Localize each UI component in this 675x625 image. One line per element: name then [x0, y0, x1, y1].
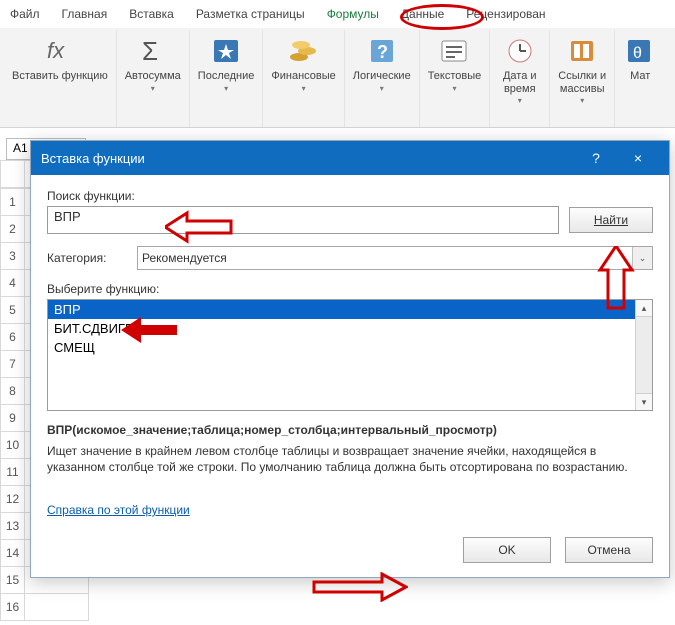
ribbon-autosum[interactable]: Σ Автосумма ▾ — [117, 30, 190, 127]
dialog-titlebar[interactable]: Вставка функции ? × — [31, 141, 669, 175]
row-header[interactable]: 10 — [1, 432, 25, 459]
close-button[interactable]: × — [617, 150, 659, 166]
dialog-title: Вставка функции — [41, 151, 575, 166]
ribbon-math-label: Мат — [630, 70, 650, 83]
row-header[interactable]: 2 — [1, 216, 25, 243]
text-icon — [437, 34, 471, 68]
star-icon — [209, 34, 243, 68]
ribbon-text-label: Текстовые — [428, 70, 482, 82]
scrollbar[interactable]: ▴ ▾ — [635, 300, 652, 410]
row-header[interactable]: 14 — [1, 540, 25, 567]
svg-text:?: ? — [377, 42, 388, 62]
help-button[interactable]: ? — [575, 150, 617, 166]
ok-button[interactable]: OK — [463, 537, 551, 563]
tab-file[interactable]: Файл — [8, 3, 42, 25]
scroll-up-button[interactable]: ▴ — [636, 300, 652, 317]
ribbon-tabs: Файл Главная Вставка Разметка страницы Ф… — [0, 0, 675, 28]
ribbon-autosum-label: Автосумма — [125, 70, 181, 82]
ribbon-insert-function[interactable]: fx Вставить функцию — [4, 30, 117, 127]
select-function-label: Выберите функцию: — [47, 282, 653, 296]
tab-review[interactable]: Рецензирован — [464, 3, 547, 25]
ribbon-logical-label: Логические — [353, 70, 411, 82]
row-header[interactable]: 9 — [1, 405, 25, 432]
row-header[interactable]: 16 — [1, 594, 25, 621]
category-select-value: Рекомендуется — [142, 251, 227, 265]
search-label: Поиск функции: — [47, 189, 653, 203]
chevron-down-icon: ▾ — [198, 84, 255, 93]
row-header[interactable]: 15 — [1, 567, 25, 594]
cancel-button[interactable]: Отмена — [565, 537, 653, 563]
ribbon-datetime-label2: время — [504, 83, 536, 95]
svg-text:fx: fx — [47, 38, 65, 63]
lookup-icon — [565, 34, 599, 68]
find-button-label: Найти — [594, 213, 628, 227]
ribbon-lookup-label2: массивы — [560, 83, 605, 95]
ribbon-logical[interactable]: ? Логические ▾ — [345, 30, 420, 127]
ribbon-insert-function-label: Вставить функцию — [12, 70, 108, 83]
ribbon-datetime-label1: Дата и — [503, 70, 537, 82]
select-all-corner[interactable] — [1, 161, 25, 188]
function-list[interactable]: ВПР БИТ.СДВИГП СМЕЩ ▴ ▾ — [47, 299, 653, 411]
ribbon-recent[interactable]: Последние ▾ — [190, 30, 264, 127]
row-header[interactable]: 11 — [1, 459, 25, 486]
tab-formulas[interactable]: Формулы — [325, 3, 381, 25]
chevron-down-icon: ▾ — [125, 84, 181, 93]
chevron-down-icon: ▾ — [271, 84, 335, 93]
theta-icon: θ — [623, 34, 657, 68]
clock-icon — [503, 34, 537, 68]
coins-icon — [287, 34, 321, 68]
row-header[interactable]: 4 — [1, 270, 25, 297]
row-header[interactable]: 5 — [1, 297, 25, 324]
insert-function-dialog: Вставка функции ? × Поиск функции: ВПР Н… — [30, 140, 670, 578]
function-list-item[interactable]: БИТ.СДВИГП — [48, 319, 652, 338]
row-header[interactable]: 3 — [1, 243, 25, 270]
scroll-down-button[interactable]: ▾ — [636, 393, 652, 410]
row-header[interactable]: 7 — [1, 351, 25, 378]
row-header[interactable]: 1 — [1, 189, 25, 216]
ribbon-text[interactable]: Текстовые ▾ — [420, 30, 491, 127]
chevron-down-icon: ▾ — [353, 84, 411, 93]
find-button[interactable]: Найти — [569, 207, 653, 233]
tab-page-layout[interactable]: Разметка страницы — [194, 3, 307, 25]
chevron-down-icon: ▾ — [558, 96, 606, 105]
ribbon-financial[interactable]: Финансовые ▾ — [263, 30, 344, 127]
row-header[interactable]: 13 — [1, 513, 25, 540]
search-input[interactable]: ВПР — [47, 206, 559, 234]
tab-data[interactable]: Данные — [399, 3, 446, 25]
ribbon-math[interactable]: θ Мат — [615, 30, 659, 127]
ribbon: fx Вставить функцию Σ Автосумма ▾ Последн… — [0, 28, 675, 128]
ribbon-lookup[interactable]: Ссылки имассивы▾ — [550, 30, 615, 127]
svg-text:Σ: Σ — [142, 36, 158, 66]
tab-home[interactable]: Главная — [60, 3, 110, 25]
fx-icon: fx — [43, 34, 77, 68]
row-header[interactable]: 8 — [1, 378, 25, 405]
ribbon-recent-label: Последние — [198, 70, 255, 82]
help-link[interactable]: Справка по этой функции — [47, 503, 190, 517]
ribbon-datetime[interactable]: Дата ивремя▾ — [490, 30, 550, 127]
category-label: Категория: — [47, 251, 127, 265]
chevron-down-icon: ⌄ — [632, 247, 652, 269]
ribbon-lookup-label1: Ссылки и — [558, 70, 606, 82]
chevron-down-icon: ▾ — [428, 84, 482, 93]
cell[interactable] — [25, 594, 89, 621]
function-list-item[interactable]: СМЕЩ — [48, 338, 652, 357]
function-syntax: ВПР(искомое_значение;таблица;номер_столб… — [47, 423, 653, 437]
question-icon: ? — [365, 34, 399, 68]
name-box-value: A1 — [13, 141, 28, 155]
tab-insert[interactable]: Вставка — [127, 3, 176, 25]
row-header[interactable]: 6 — [1, 324, 25, 351]
sigma-icon: Σ — [136, 34, 170, 68]
chevron-down-icon: ▾ — [503, 96, 537, 105]
search-input-value: ВПР — [54, 209, 81, 224]
function-description: Ищет значение в крайнем левом столбце та… — [47, 443, 653, 475]
row-header[interactable]: 12 — [1, 486, 25, 513]
svg-text:θ: θ — [633, 45, 642, 62]
function-list-item[interactable]: ВПР — [48, 300, 652, 319]
ribbon-financial-label: Финансовые — [271, 70, 335, 82]
category-select[interactable]: Рекомендуется ⌄ — [137, 246, 653, 270]
